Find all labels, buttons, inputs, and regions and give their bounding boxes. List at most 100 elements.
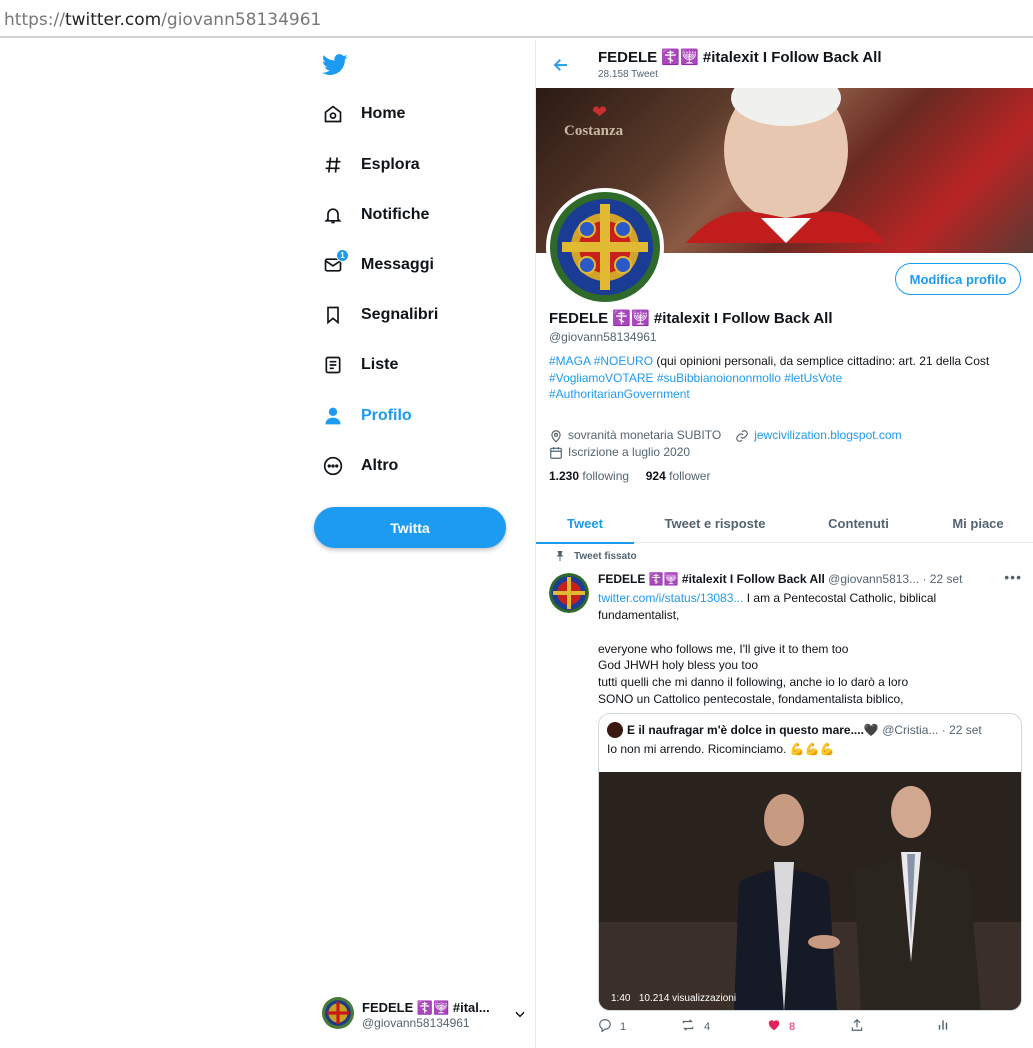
account-switcher[interactable]: FEDELE ☦️🕎 #ital... @giovann58134961: [322, 995, 527, 1035]
banner-photo: [686, 88, 886, 243]
follow-stats: 1.230 following 924 follower: [549, 469, 710, 483]
tweet-date[interactable]: · 22 set: [922, 572, 962, 586]
video-meta: 1:40 10.214 visualizzazioni: [611, 993, 736, 1004]
bio-text: (qui opinioni personali, da semplice cit…: [653, 354, 990, 368]
tweet-author-handle[interactable]: @giovann5813...: [828, 572, 919, 586]
quoted-author-name: E il naufragar m'è dolce in questo mare.…: [627, 723, 879, 737]
more-options-icon[interactable]: •••: [1004, 569, 1022, 585]
user-icon: [322, 405, 344, 427]
more-circle-icon: [322, 455, 344, 477]
pinned-label: Tweet fissato: [574, 551, 637, 562]
quoted-tweet[interactable]: E il naufragar m'è dolce in questo mare.…: [598, 713, 1022, 1011]
url-path: /giovann58134961: [161, 10, 322, 30]
profile-header-bar: FEDELE ☦️🕎 #italexit I Follow Back All 2…: [536, 40, 1033, 88]
heart-icon: ❤: [592, 102, 608, 122]
bio-hashtag-noeuro[interactable]: #NOEURO: [594, 354, 653, 368]
reply-button[interactable]: 1: [598, 1018, 626, 1035]
back-arrow-icon[interactable]: [552, 56, 570, 79]
bio-hashtag-maga[interactable]: #MAGA: [549, 354, 590, 368]
tweet-line: SONO un Cattolico pentecostale, fondamen…: [598, 691, 904, 706]
profile-avatar[interactable]: [546, 188, 664, 306]
tweet-line: fundamentalist,: [598, 607, 680, 622]
pinned-label-row: Tweet fissato: [556, 551, 637, 562]
followers-label: follower: [669, 469, 711, 483]
tweet-header: FEDELE ☦️🕎 #italexit I Follow Back All @…: [598, 572, 1018, 586]
calendar-icon: [549, 446, 563, 460]
nav-profile[interactable]: Profilo: [322, 398, 412, 434]
chevron-down-icon: [513, 1007, 527, 1026]
nav-messages-label: Messaggi: [361, 256, 434, 273]
banner-brand: Costanza: [564, 123, 624, 139]
nav-more-label: Altro: [361, 457, 399, 474]
mail-icon: 1: [322, 249, 349, 276]
messages-badge: 1: [336, 249, 349, 262]
quoted-author-avatar: [607, 722, 623, 738]
following-link[interactable]: 1.230 following: [549, 469, 629, 483]
nav-bookmarks[interactable]: Segnalibri: [322, 297, 438, 333]
url-host: twitter.com: [64, 10, 162, 30]
account-name: FEDELE ☦️🕎 #ital...: [362, 1000, 490, 1015]
nav-bookmarks-label: Segnalibri: [361, 306, 439, 323]
following-count: 1.230: [549, 469, 580, 483]
tab-mi-piace[interactable]: Mi piace: [936, 503, 1020, 543]
analytics-icon: [936, 1018, 950, 1035]
retweet-icon: [680, 1018, 696, 1035]
retweet-button[interactable]: 4: [680, 1018, 710, 1035]
nav-messages[interactable]: 1 Messaggi: [322, 247, 434, 283]
hashtag-icon: [322, 154, 344, 176]
nav-home[interactable]: Home: [322, 96, 405, 132]
followers-link[interactable]: 924 follower: [646, 469, 711, 483]
tweet-author-name[interactable]: FEDELE ☦️🕎 #italexit I Follow Back All: [598, 572, 825, 586]
profile-tabs: Tweet Tweet e risposte Contenuti Mi piac…: [536, 503, 1033, 544]
nav-notifications[interactable]: Notifiche: [322, 197, 429, 233]
link-icon: [735, 429, 749, 443]
address-bar[interactable]: https://twitter.com/giovann58134961: [0, 0, 1033, 38]
video-frame: [599, 772, 1021, 1010]
reply-count: 1: [620, 1020, 627, 1033]
pinned-tweet[interactable]: Tweet fissato FEDELE ☦️🕎 #italexit I Fol…: [536, 543, 1033, 1048]
tweet-line: everyone who follows me, I'll give it to…: [598, 641, 849, 656]
tab-tweet[interactable]: Tweet: [536, 503, 634, 544]
url-scheme: https://: [4, 10, 65, 30]
profile-joined: Iscrizione a luglio 2020: [568, 445, 691, 459]
nav-more[interactable]: Altro: [322, 448, 398, 484]
tab-contenuti[interactable]: Contenuti: [806, 503, 911, 543]
tweet-status-link[interactable]: twitter.com/i/status/13083...: [598, 591, 743, 605]
nav-lists[interactable]: Liste: [322, 347, 398, 383]
account-handle: @giovann58134961: [362, 1016, 470, 1030]
quoted-tweet-header: E il naufragar m'è dolce in questo mare.…: [607, 722, 1017, 738]
tweet-button[interactable]: Twitta: [314, 507, 506, 548]
profile-website-link[interactable]: jewcivilization.blogspot.com: [735, 427, 902, 444]
url-text[interactable]: https://twitter.com/giovann58134961: [4, 10, 321, 30]
twitter-logo-icon[interactable]: [322, 54, 348, 76]
profile-meta: sovranità monetaria SUBITO jewcivilizati…: [549, 427, 1019, 461]
video-duration: 1:40: [611, 993, 631, 1004]
retweet-count: 4: [704, 1020, 711, 1033]
tab-tweet-e-risposte[interactable]: Tweet e risposte: [644, 503, 786, 543]
sidebar-nav: Home Esplora Notifiche 1 Messaggi Segnal…: [310, 40, 535, 1048]
tweet-text: twitter.com/i/status/13083... I am a Pen…: [598, 590, 1018, 708]
bio-hashtags-line3[interactable]: #AuthoritarianGovernment: [549, 386, 1019, 403]
nav-explore[interactable]: Esplora: [322, 147, 420, 183]
header-tweet-count: 28.158 Tweet: [598, 69, 658, 80]
quoted-author-handle: @Cristia...: [882, 723, 939, 737]
profile-handle: @giovann58134961: [549, 330, 657, 344]
tweet-line: God JHWH holy bless you too: [598, 658, 759, 673]
header-title: FEDELE ☦️🕎 #italexit I Follow Back All: [598, 49, 882, 66]
like-button[interactable]: 8: [767, 1018, 795, 1035]
share-icon: [850, 1018, 864, 1035]
analytics-button[interactable]: [936, 1018, 950, 1035]
edit-profile-button[interactable]: Modifica profilo: [895, 263, 1021, 295]
profile-name: FEDELE ☦️🕎 #italexit I Follow Back All: [549, 310, 833, 327]
share-button[interactable]: [850, 1018, 864, 1035]
profile-website[interactable]: jewcivilization.blogspot.com: [754, 427, 901, 444]
bell-icon: [322, 204, 344, 226]
location-icon: [549, 429, 563, 443]
nav-lists-label: Liste: [361, 356, 399, 373]
home-icon: [322, 103, 344, 125]
video-player[interactable]: 1:40 10.214 visualizzazioni: [599, 772, 1021, 1010]
profile-bio: #MAGA #NOEURO (qui opinioni personali, d…: [549, 353, 1019, 403]
bio-hashtags-line2[interactable]: #VogliamoVOTARE #suBibbianoiononmollo #l…: [549, 370, 1019, 387]
tweet-author-avatar[interactable]: [549, 573, 589, 613]
nav-explore-label: Esplora: [361, 156, 420, 173]
